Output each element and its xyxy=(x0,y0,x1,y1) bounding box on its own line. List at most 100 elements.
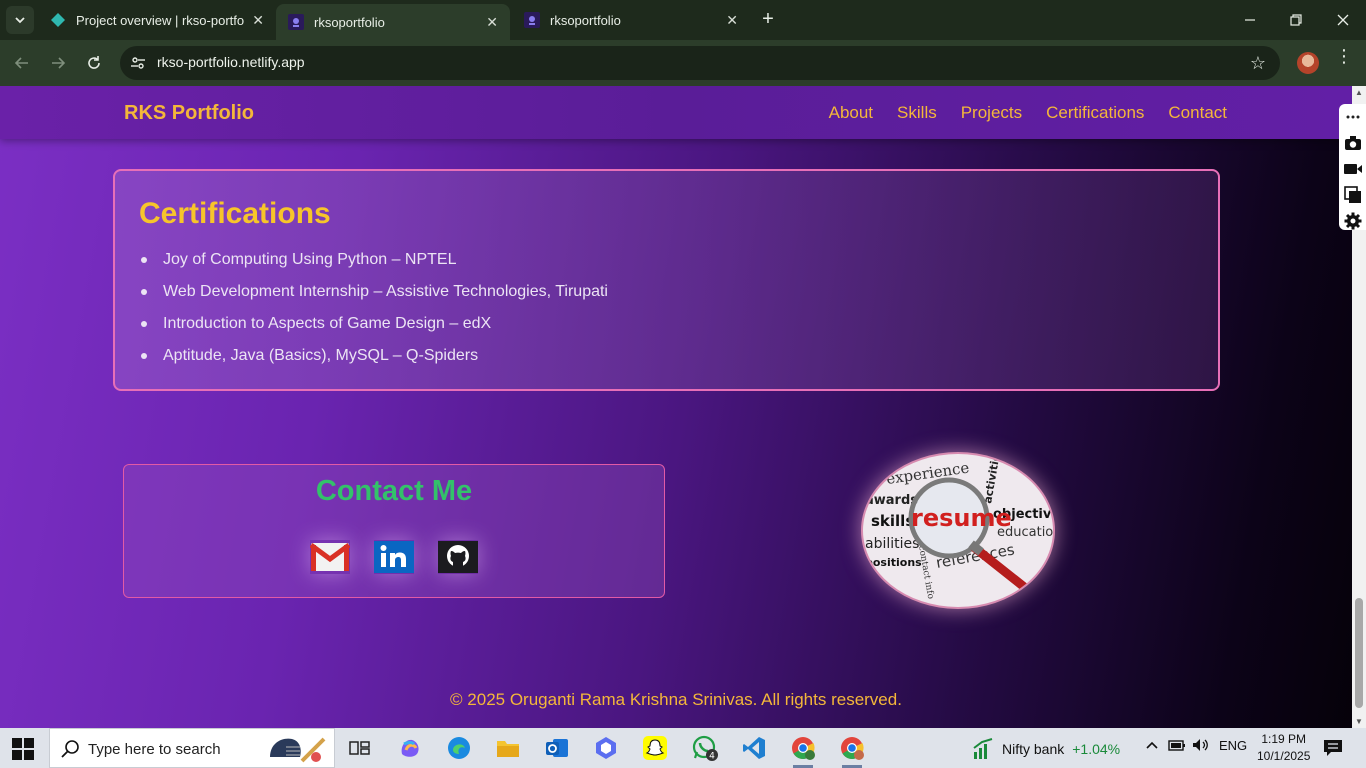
minimize-button[interactable] xyxy=(1238,8,1262,32)
nav-link-projects[interactable]: Projects xyxy=(961,103,1022,123)
battery-icon xyxy=(1168,740,1185,751)
ticker-name: Nifty bank xyxy=(1002,741,1065,757)
site-favicon-icon xyxy=(524,12,540,28)
microsoft365-icon xyxy=(596,737,616,759)
close-icon[interactable]: ✕ xyxy=(252,12,264,29)
browser-menu-button[interactable]: ⋮ xyxy=(1335,47,1353,65)
system-clock[interactable]: 1:19 PM 10/1/2025 xyxy=(1257,731,1310,765)
tab-rksoportfolio[interactable]: rksoportfolio ✕ xyxy=(512,5,750,35)
notifications-button[interactable] xyxy=(1323,739,1343,762)
vscode-app[interactable] xyxy=(740,734,768,762)
restore-button[interactable] xyxy=(1284,8,1308,32)
contact-links xyxy=(310,540,478,574)
task-view-button[interactable] xyxy=(346,734,374,762)
footer-copyright: © 2025 Oruganti Rama Krishna Srinivas. A… xyxy=(450,690,902,709)
scrollbar-thumb[interactable] xyxy=(1355,598,1363,708)
ext-record-button[interactable] xyxy=(1343,160,1363,178)
windows-start-icon[interactable] xyxy=(12,738,34,760)
tab-rksoportfolio-active[interactable]: rksoportfolio ✕ xyxy=(276,4,510,40)
file-explorer-app[interactable] xyxy=(494,734,522,762)
scroll-down-arrow[interactable]: ▼ xyxy=(1354,717,1364,726)
scroll-up-arrow[interactable]: ▲ xyxy=(1354,88,1364,97)
word-resume: resume xyxy=(911,504,1012,532)
ext-window-button[interactable] xyxy=(1343,186,1363,204)
bookmark-star-icon[interactable]: ☆ xyxy=(1250,53,1266,74)
word-positions: positions xyxy=(865,556,922,569)
ext-more-button[interactable] xyxy=(1343,108,1363,126)
github-icon xyxy=(438,541,478,573)
volume-tray-button[interactable] xyxy=(1192,738,1210,755)
whatsapp-badge: 4 xyxy=(709,752,715,762)
battery-tray-button[interactable] xyxy=(1168,738,1186,755)
close-icon[interactable]: ✕ xyxy=(486,14,498,31)
reload-button[interactable] xyxy=(82,51,106,75)
nav-links: About Skills Projects Certifications Con… xyxy=(829,103,1227,123)
microsoft365-app[interactable] xyxy=(592,734,620,762)
language-indicator[interactable]: ENG xyxy=(1219,738,1247,753)
tab-project-overview[interactable]: Project overview | rkso-portfolio ✕ xyxy=(38,5,276,35)
more-icon xyxy=(1346,115,1359,119)
list-item: Aptitude, Java (Basics), MySQL – Q-Spide… xyxy=(139,345,608,377)
ext-settings-button[interactable] xyxy=(1343,212,1363,230)
snapchat-app[interactable] xyxy=(641,734,669,762)
word-skills: skills xyxy=(871,512,914,530)
forward-button[interactable] xyxy=(46,51,70,75)
gmail-link[interactable] xyxy=(310,540,350,574)
browser-toolbar: rkso-portfolio.netlify.app ☆ ⋮ xyxy=(0,40,1366,86)
github-link[interactable] xyxy=(438,540,478,574)
profile-avatar[interactable] xyxy=(1297,52,1319,74)
tab-search-button[interactable] xyxy=(6,6,34,34)
search-placeholder: Type here to search xyxy=(88,741,221,758)
list-item: Web Development Internship – Assistive T… xyxy=(139,281,608,313)
back-button[interactable] xyxy=(10,51,34,75)
contact-section: Contact Me xyxy=(123,464,665,598)
linkedin-link[interactable] xyxy=(374,540,414,574)
nav-link-contact[interactable]: Contact xyxy=(1168,103,1227,123)
ext-screenshot-button[interactable] xyxy=(1343,134,1363,152)
site-brand[interactable]: RKS Portfolio xyxy=(124,102,254,125)
netlify-icon xyxy=(51,13,65,27)
resume-image: experience activities awards skills obje… xyxy=(861,452,1055,609)
chart-up-icon xyxy=(973,738,993,759)
outlook-icon xyxy=(546,739,568,757)
stock-ticker-widget[interactable]: Nifty bank +1.04% xyxy=(972,738,1120,760)
nav-link-certifications[interactable]: Certifications xyxy=(1046,103,1144,123)
clock-time: 1:19 PM xyxy=(1261,732,1307,746)
taskbar-search-box[interactable]: Type here to search xyxy=(49,728,335,768)
ticker-change: +1.04% xyxy=(1072,741,1121,757)
arrow-right-icon xyxy=(52,57,66,69)
nav-link-about[interactable]: About xyxy=(829,103,873,123)
certifications-list: Joy of Computing Using Python – NPTEL We… xyxy=(139,249,608,377)
window-stack-icon xyxy=(1343,186,1361,203)
outlook-app[interactable] xyxy=(543,734,571,762)
new-tab-button[interactable]: + xyxy=(757,8,779,30)
whatsapp-app[interactable]: 4 xyxy=(691,734,719,762)
edge-app[interactable] xyxy=(445,734,473,762)
whatsapp-icon: 4 xyxy=(692,735,718,761)
edge-icon xyxy=(448,737,470,759)
certifications-section: Certifications Joy of Computing Using Py… xyxy=(113,169,1220,391)
video-camera-icon xyxy=(1343,164,1362,174)
chrome-app[interactable] xyxy=(789,734,817,768)
chevron-down-icon xyxy=(15,17,25,24)
reload-icon xyxy=(88,56,100,69)
word-abilities: abilities xyxy=(865,536,919,552)
folder-icon xyxy=(497,741,519,757)
close-window-button[interactable] xyxy=(1331,8,1355,32)
resume-graphic: experience activities awards skills obje… xyxy=(865,454,1053,600)
show-hidden-icons-button[interactable] xyxy=(1145,738,1159,755)
address-bar[interactable]: rkso-portfolio.netlify.app ☆ xyxy=(120,46,1280,80)
url-text: rkso-portfolio.netlify.app xyxy=(157,54,305,70)
nav-link-skills[interactable]: Skills xyxy=(897,103,937,123)
copilot-icon xyxy=(401,739,419,757)
copilot-app[interactable] xyxy=(396,734,424,762)
site-info-icon xyxy=(131,57,145,69)
list-item: Introduction to Aspects of Game Design –… xyxy=(139,313,608,345)
extension-side-panel xyxy=(1339,104,1366,230)
tab-title: rksoportfolio xyxy=(314,14,385,30)
task-view-icon xyxy=(349,741,370,755)
arrow-left-icon xyxy=(14,57,28,69)
chrome-profile-app[interactable] xyxy=(838,734,866,768)
contact-title: Contact Me xyxy=(315,475,473,507)
close-icon[interactable]: ✕ xyxy=(726,12,738,29)
